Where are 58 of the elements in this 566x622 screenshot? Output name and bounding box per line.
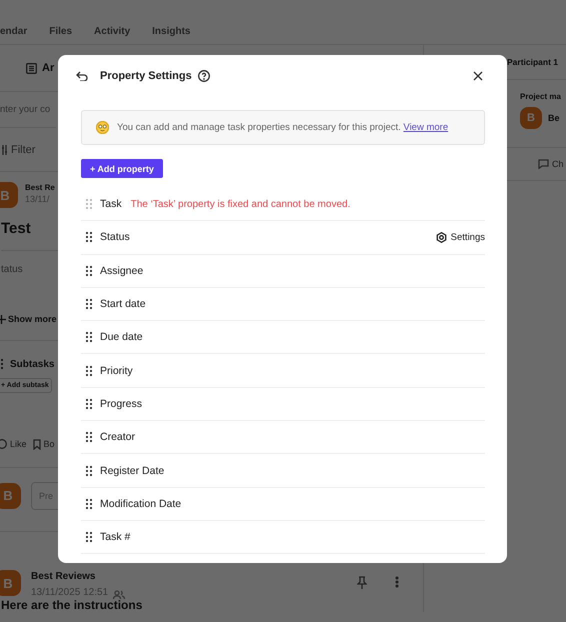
property-name: Status <box>100 231 130 244</box>
view-more-link[interactable]: View more <box>403 122 448 133</box>
author-name: Best Re <box>25 183 55 192</box>
comment-text: Here are the instructions <box>1 598 142 612</box>
property-name: Task <box>100 198 122 210</box>
filter-icon <box>2 144 8 156</box>
property-name: Task # <box>100 531 130 544</box>
chat-icon <box>538 159 549 169</box>
property-name: Priority <box>100 364 133 377</box>
add-property-button[interactable]: + Add property <box>81 159 163 178</box>
user-avatar: B <box>0 182 18 208</box>
property-row[interactable]: Progress <box>81 388 485 422</box>
document-icon <box>26 62 37 74</box>
property-name: Due date <box>100 331 143 344</box>
property-name: Creator <box>100 431 136 444</box>
property-row[interactable]: Due date <box>81 321 485 354</box>
user-avatar: B <box>0 482 21 508</box>
property-name: Assignee <box>100 264 144 277</box>
kebab-menu-icon <box>395 576 399 588</box>
people-icon <box>113 590 126 600</box>
property-row[interactable]: Register Date <box>81 454 485 488</box>
chat-button[interactable]: Ch <box>552 159 564 169</box>
section-heading: Subtasks <box>10 358 54 370</box>
property-name: Modification Date <box>100 498 182 510</box>
warning-text: The ‘Task’ property is fixed and cannot be moved. <box>130 198 350 210</box>
section-label: Project ma <box>520 92 562 101</box>
property-name: Progress <box>100 398 142 410</box>
user-avatar: B <box>520 107 542 129</box>
bookmark-icon <box>32 438 41 450</box>
property-row[interactable]: Assignee <box>81 254 485 288</box>
author-name: Best Reviews <box>31 571 96 582</box>
property-row[interactable]: Modification Date <box>81 488 485 521</box>
property-name: Register Date <box>100 464 164 477</box>
property-name: Start date <box>100 298 146 310</box>
field-label: tatus <box>1 263 23 277</box>
property-row[interactable]: Start date <box>81 288 485 322</box>
member-name: Be <box>548 113 560 123</box>
close-icon <box>473 71 483 81</box>
close-button[interactable] <box>471 69 485 83</box>
back-button[interactable] <box>74 69 90 83</box>
action-link[interactable]: Bo <box>44 439 55 449</box>
dialog-title: Property Settings <box>100 70 192 82</box>
settings-icon <box>436 232 447 243</box>
property-row[interactable]: Creator <box>81 421 485 454</box>
show-more-link[interactable]: Show more <box>8 314 57 324</box>
view-tab[interactable]: Ar <box>42 62 54 74</box>
property-row[interactable]: Priority <box>81 354 485 388</box>
user-avatar: B <box>0 570 21 596</box>
back-arrow-icon <box>76 71 88 81</box>
settings-button[interactable]: Settings <box>436 232 485 243</box>
property-row[interactable]: Task # <box>81 520 485 554</box>
pin-icon <box>357 576 367 590</box>
action-link[interactable]: Like <box>10 439 27 449</box>
property-row[interactable]: Task The ‘Task’ property is fixed and cannot be moved. <box>81 188 485 222</box>
property-row[interactable]: Status Settings <box>81 221 485 255</box>
info-text: You can add and manage task properties necessary for this project. View more <box>117 122 448 133</box>
help-icon <box>198 70 210 82</box>
emoji-icon <box>96 121 109 134</box>
